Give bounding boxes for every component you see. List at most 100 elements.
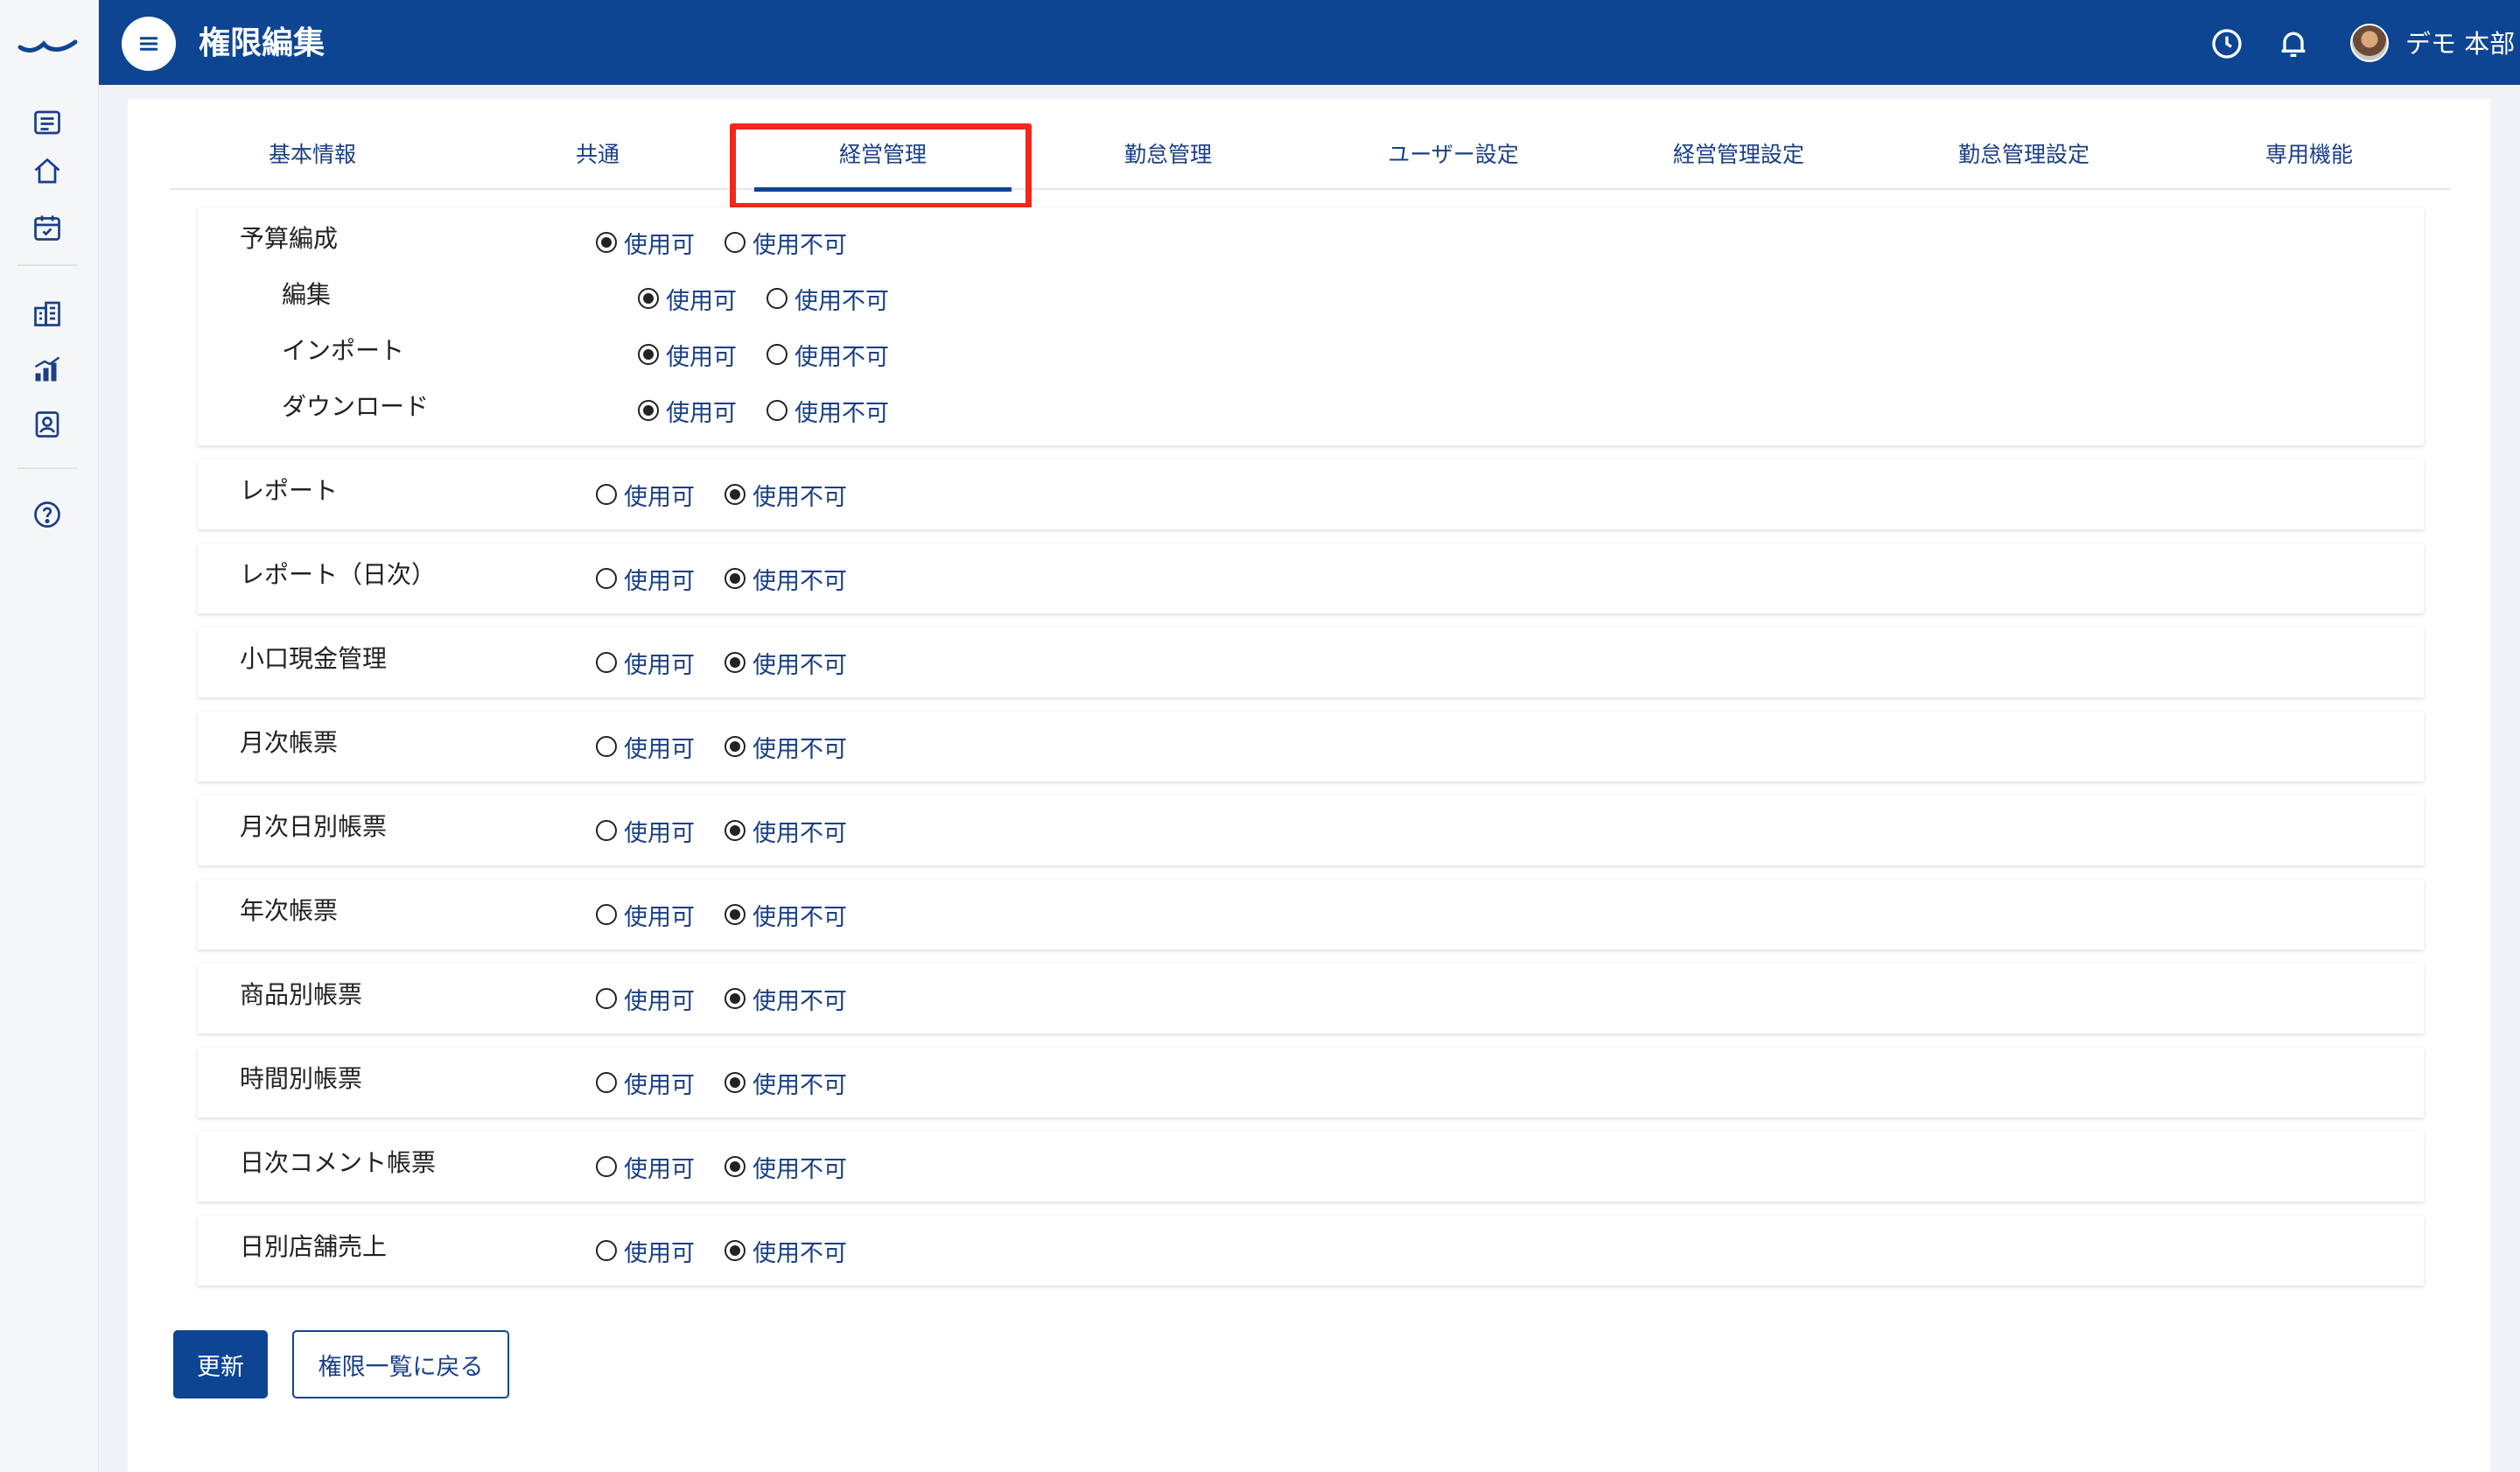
radio-group: 使用可 使用不可 <box>596 897 877 932</box>
radio-button[interactable] <box>724 232 746 253</box>
radio-deny[interactable]: 使用不可 <box>724 1066 847 1100</box>
tab-user-settings[interactable]: ユーザー設定 <box>1311 134 1596 190</box>
radio-allow[interactable]: 使用可 <box>596 814 695 848</box>
option-label: 使用不可 <box>752 1071 847 1099</box>
radio-deny[interactable]: 使用不可 <box>766 282 889 316</box>
user-name[interactable]: デモ 本部 <box>2405 26 2515 61</box>
radio-button[interactable] <box>596 652 617 673</box>
menu-button[interactable] <box>122 17 176 71</box>
tab-common[interactable]: 共通 <box>455 134 740 190</box>
permission-row-daily-comment-report: 日次コメント帳票 使用可 使用不可 <box>198 1132 2424 1202</box>
radio-button[interactable] <box>596 568 617 589</box>
radio-button[interactable] <box>724 568 746 589</box>
update-button[interactable]: 更新 <box>173 1330 268 1398</box>
bell-icon[interactable] <box>2276 26 2311 61</box>
permission-label: 商品別帳票 <box>240 980 363 1009</box>
option-label: 使用不可 <box>752 567 847 595</box>
radio-deny[interactable]: 使用不可 <box>724 226 847 260</box>
radio-group: 使用可 使用不可 <box>596 225 877 260</box>
radio-button[interactable] <box>766 288 788 309</box>
radio-button[interactable] <box>638 344 659 365</box>
permission-label: レポート（日次） <box>240 560 437 589</box>
radio-allow[interactable]: 使用可 <box>596 982 695 1016</box>
radio-group: 使用可 使用不可 <box>638 393 919 428</box>
radio-button[interactable] <box>724 652 746 673</box>
radio-deny[interactable]: 使用不可 <box>724 478 847 512</box>
tab-attendance-settings[interactable]: 勤怠管理設定 <box>1881 134 2166 190</box>
radio-button[interactable] <box>766 344 788 365</box>
radio-allow[interactable]: 使用可 <box>638 338 737 372</box>
radio-button[interactable] <box>596 736 617 757</box>
back-to-list-button[interactable]: 権限一覧に戻る <box>292 1330 509 1398</box>
clock-icon[interactable] <box>2209 26 2244 61</box>
logo-icon[interactable] <box>18 30 79 56</box>
radio-button[interactable] <box>766 400 788 421</box>
radio-deny[interactable]: 使用不可 <box>724 1150 847 1184</box>
option-label: 使用不可 <box>752 651 847 679</box>
tab-attendance[interactable]: 勤怠管理 <box>1026 134 1311 190</box>
radio-button[interactable] <box>724 820 746 841</box>
permission-row-monthly-daily-report: 月次日別帳票 使用可 使用不可 <box>198 796 2424 866</box>
radio-allow[interactable]: 使用可 <box>596 478 695 512</box>
radio-deny[interactable]: 使用不可 <box>766 394 889 428</box>
radio-allow[interactable]: 使用可 <box>638 394 737 428</box>
radio-button[interactable] <box>638 400 659 421</box>
radio-deny[interactable]: 使用不可 <box>724 898 847 932</box>
radio-button[interactable] <box>596 484 617 505</box>
radio-group: 使用可 使用不可 <box>596 561 877 596</box>
radio-deny[interactable]: 使用不可 <box>724 814 847 848</box>
list-icon[interactable] <box>32 107 63 138</box>
home-icon[interactable] <box>32 156 63 187</box>
radio-button[interactable] <box>724 988 746 1009</box>
option-label: 使用可 <box>624 651 695 679</box>
calendar-check-icon[interactable] <box>32 212 63 243</box>
radio-deny[interactable]: 使用不可 <box>724 1234 847 1268</box>
radio-button[interactable] <box>724 484 746 505</box>
tab-special-functions[interactable]: 専用機能 <box>2166 134 2452 190</box>
permission-row-product-report: 商品別帳票 使用可 使用不可 <box>198 964 2424 1034</box>
radio-button[interactable] <box>638 288 659 309</box>
radio-button[interactable] <box>724 1240 746 1261</box>
radio-allow[interactable]: 使用可 <box>596 730 695 764</box>
radio-button[interactable] <box>596 1240 617 1261</box>
help-icon[interactable] <box>32 499 63 530</box>
radio-button[interactable] <box>596 1156 617 1177</box>
radio-allow[interactable]: 使用可 <box>596 1150 695 1184</box>
radio-allow[interactable]: 使用可 <box>596 898 695 932</box>
radio-button[interactable] <box>724 1072 746 1093</box>
radio-allow[interactable]: 使用可 <box>596 1234 695 1268</box>
permission-label: 予算編成 <box>240 224 339 253</box>
radio-button[interactable] <box>724 1156 746 1177</box>
radio-allow[interactable]: 使用可 <box>596 562 695 596</box>
radio-deny[interactable]: 使用不可 <box>766 338 889 372</box>
radio-deny[interactable]: 使用不可 <box>724 730 847 764</box>
radio-group: 使用可 使用不可 <box>596 981 877 1016</box>
bar-chart-icon[interactable] <box>32 354 63 385</box>
radio-button[interactable] <box>596 988 617 1009</box>
radio-button[interactable] <box>596 904 617 925</box>
permission-row-report-daily: レポート（日次） 使用可 使用不可 <box>198 543 2424 613</box>
radio-allow[interactable]: 使用可 <box>596 646 695 680</box>
radio-button[interactable] <box>724 904 746 925</box>
radio-allow[interactable]: 使用可 <box>638 282 737 316</box>
avatar[interactable] <box>2350 24 2389 62</box>
radio-group: 使用可 使用不可 <box>596 1065 877 1100</box>
permission-row-yearly-report: 年次帳票 使用可 使用不可 <box>198 880 2424 950</box>
radio-deny[interactable]: 使用不可 <box>724 646 847 680</box>
top-bar: 権限編集 デモ 本部 <box>99 0 2520 85</box>
radio-button[interactable] <box>596 232 617 253</box>
radio-deny[interactable]: 使用不可 <box>724 562 847 596</box>
option-label: 使用可 <box>666 399 737 427</box>
tab-management-settings[interactable]: 経営管理設定 <box>1596 134 1881 190</box>
id-badge-icon[interactable] <box>32 409 63 440</box>
tab-basic-info[interactable]: 基本情報 <box>170 134 455 190</box>
radio-button[interactable] <box>596 1072 617 1093</box>
option-label: 使用可 <box>624 483 695 511</box>
radio-button[interactable] <box>596 820 617 841</box>
radio-allow[interactable]: 使用可 <box>596 226 695 260</box>
building-icon[interactable] <box>32 298 63 329</box>
radio-allow[interactable]: 使用可 <box>596 1066 695 1100</box>
radio-button[interactable] <box>724 736 746 757</box>
radio-deny[interactable]: 使用不可 <box>724 982 847 1016</box>
permission-row-budget: 予算編成 使用可 使用不可 編集 使用可 使用不可 インポート 使用可 使用不可… <box>198 207 2424 445</box>
